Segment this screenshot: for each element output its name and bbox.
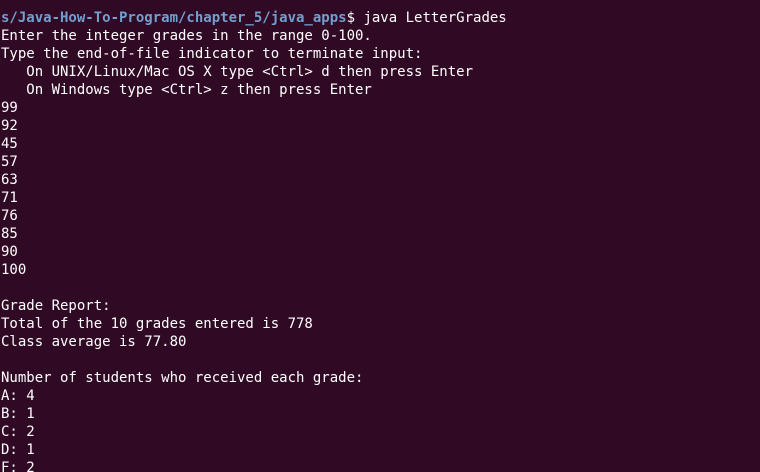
output-line: 45 xyxy=(1,136,18,152)
output-line: Enter the integer grades in the range 0-… xyxy=(1,28,372,44)
terminal-partial-line xyxy=(1,0,760,9)
output-line: On Windows type <Ctrl> z then press Ente… xyxy=(1,82,372,98)
output-line: 57 xyxy=(1,154,18,170)
output-line: 90 xyxy=(1,244,18,260)
output-line: Class average is 77.80 xyxy=(1,334,187,350)
output-line: 76 xyxy=(1,208,18,224)
output-line: C: 2 xyxy=(1,424,35,440)
output-line: On UNIX/Linux/Mac OS X type <Ctrl> d the… xyxy=(1,64,474,80)
command-text: java LetterGrades xyxy=(355,10,507,26)
output-line: 63 xyxy=(1,172,18,188)
output-line: 99 xyxy=(1,100,18,116)
output-line: D: 1 xyxy=(1,442,35,458)
output-line: B: 1 xyxy=(1,406,35,422)
output-line: F: 2 xyxy=(1,460,35,472)
prompt-line: s/Java-How-To-Program/chapter_5/java_app… xyxy=(1,9,760,27)
output-line: Total of the 10 grades entered is 778 xyxy=(1,316,313,332)
output-line: 100 xyxy=(1,262,27,278)
output-line: 71 xyxy=(1,190,18,206)
output-line: 92 xyxy=(1,118,18,134)
output-line: Number of students who received each gra… xyxy=(1,370,364,386)
output-line: 85 xyxy=(1,226,18,242)
output-line: A: 4 xyxy=(1,388,35,404)
terminal-window[interactable]: s/Java-How-To-Program/chapter_5/java_app… xyxy=(0,0,760,472)
prompt-symbol: $ xyxy=(346,10,356,26)
prompt-path: s/Java-How-To-Program/chapter_5/java_app… xyxy=(1,10,347,26)
output-line: Grade Report: xyxy=(1,298,111,314)
output-line: Type the end-of-file indicator to termin… xyxy=(1,46,423,62)
